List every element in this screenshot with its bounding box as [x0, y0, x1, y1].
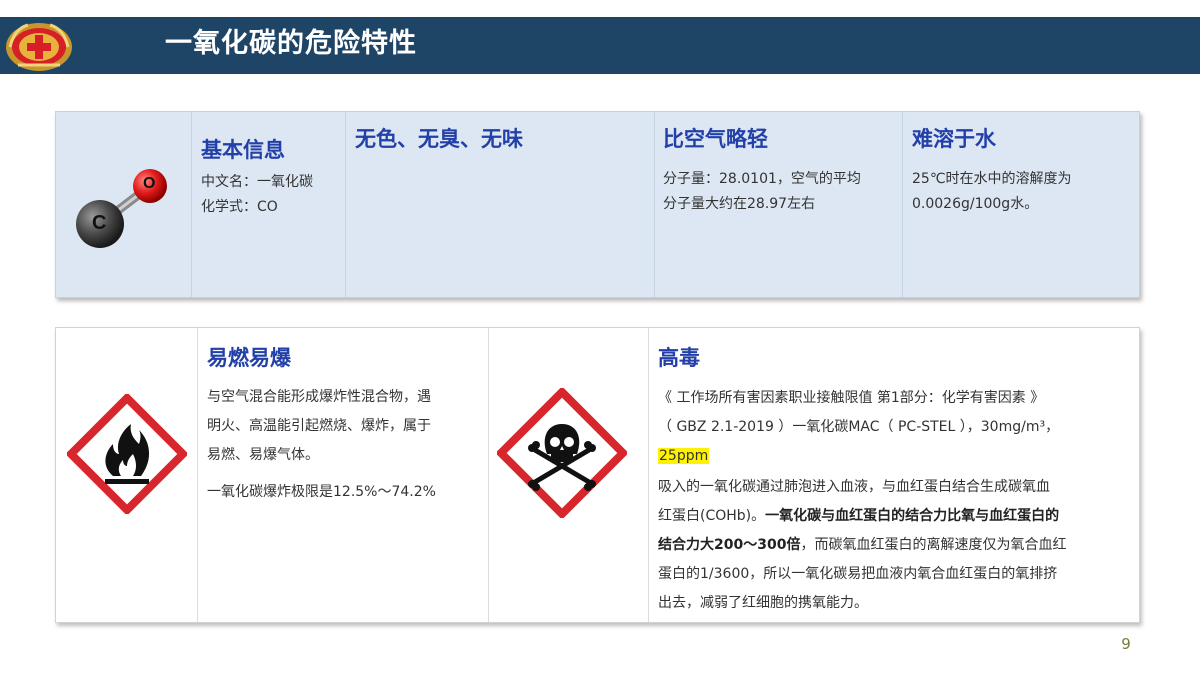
- appearance-title: 无色、无臭、无味: [355, 127, 523, 151]
- basic-info-line: 化学式：CO: [201, 199, 278, 215]
- description-line: 吸入的一氧化碳通过肺泡进入血液，与血红蛋白结合生成碳氧血: [658, 479, 1050, 495]
- density-title: 比空气略轻: [663, 127, 768, 151]
- page-title: 一氧化碳的危险特性: [165, 28, 417, 59]
- basic-info-title: 基本信息: [201, 138, 285, 162]
- atom-o-label: O: [143, 175, 156, 192]
- description-line: 红蛋白(COHb)。: [658, 508, 766, 524]
- basic-info-line: 中文名：一氧化碳: [201, 174, 313, 190]
- divider: [654, 112, 655, 297]
- emblem-logo-icon: [4, 19, 74, 73]
- flame-hazard-icon: [65, 392, 189, 518]
- flammable-title: 易燃易爆: [207, 346, 291, 370]
- standard-line: （ GBZ 2.1-2019 ）一氧化碳MAC（ PC-STEL ），30mg/…: [658, 419, 1060, 435]
- highlighted-limit: 25ppm: [658, 448, 710, 464]
- page-number: 9: [1121, 635, 1131, 653]
- hazards-panel: 易燃易爆 与空气混合能形成爆炸性混合物，遇 明火、高温能引起燃烧、爆炸，属于 易…: [55, 327, 1140, 623]
- divider: [345, 112, 346, 297]
- density-column: 比空气略轻 分子量：28.0101，空气的平均 分子量大约在28.97左右: [663, 125, 861, 217]
- toxic-column: 高毒 《 工作场所有害因素职业接触限值 第1部分：化学有害因素 》 （ GBZ …: [658, 344, 1136, 618]
- divider: [197, 328, 198, 622]
- toxic-title: 高毒: [658, 346, 700, 370]
- description-bold: 结合力大200～300倍: [658, 537, 801, 553]
- divider: [488, 328, 489, 622]
- flammable-line: 与空气混合能形成爆炸性混合物，遇: [207, 389, 431, 405]
- divider: [648, 328, 649, 622]
- description-line: 蛋白的1/3600，所以一氧化碳易把血液内氧合血红蛋白的氧排挤: [658, 566, 1058, 582]
- description-line: ，而碳氧血红蛋白的离解速度仅为氧合血红: [800, 537, 1067, 553]
- solubility-title: 难溶于水: [912, 127, 996, 151]
- description-line: 出去，减弱了红细胞的携氧能力。: [658, 595, 868, 611]
- skull-crossbones-hazard-icon: [495, 386, 629, 522]
- slide: 一氧化碳的危险特性 O C 基本信息 中文名：一氧化碳 化学式：CO 无色、无臭…: [0, 0, 1200, 675]
- atom-c-label: C: [92, 212, 107, 234]
- co-molecule-icon: O C: [70, 164, 170, 254]
- basic-info-column: 基本信息 中文名：一氧化碳 化学式：CO: [201, 136, 313, 220]
- flammable-column: 易燃易爆 与空气混合能形成爆炸性混合物，遇 明火、高温能引起燃烧、爆炸，属于 易…: [207, 344, 482, 507]
- appearance-column: 无色、无臭、无味: [355, 125, 523, 153]
- density-line: 分子量大约在28.97左右: [663, 196, 816, 212]
- description-bold: 一氧化碳与血红蛋白的结合力比氧与血红蛋白的: [765, 508, 1060, 524]
- solubility-line: 0.0026g/100g水。: [912, 196, 1039, 212]
- basic-info-panel: O C 基本信息 中文名：一氧化碳 化学式：CO 无色、无臭、无味 比空气略轻 …: [55, 111, 1140, 298]
- solubility-column: 难溶于水 25℃时在水中的溶解度为 0.0026g/100g水。: [912, 125, 1072, 217]
- standard-line: 《 工作场所有害因素职业接触限值 第1部分：化学有害因素 》: [658, 390, 1045, 406]
- divider: [191, 112, 192, 297]
- density-line: 分子量：28.0101，空气的平均: [663, 171, 861, 187]
- explosion-limit: 一氧化碳爆炸极限是12.5%～74.2%: [207, 484, 436, 500]
- solubility-line: 25℃时在水中的溶解度为: [912, 171, 1072, 187]
- flammable-line: 明火、高温能引起燃烧、爆炸，属于: [207, 418, 431, 434]
- flammable-line: 易燃、易爆气体。: [207, 447, 319, 463]
- divider: [902, 112, 903, 297]
